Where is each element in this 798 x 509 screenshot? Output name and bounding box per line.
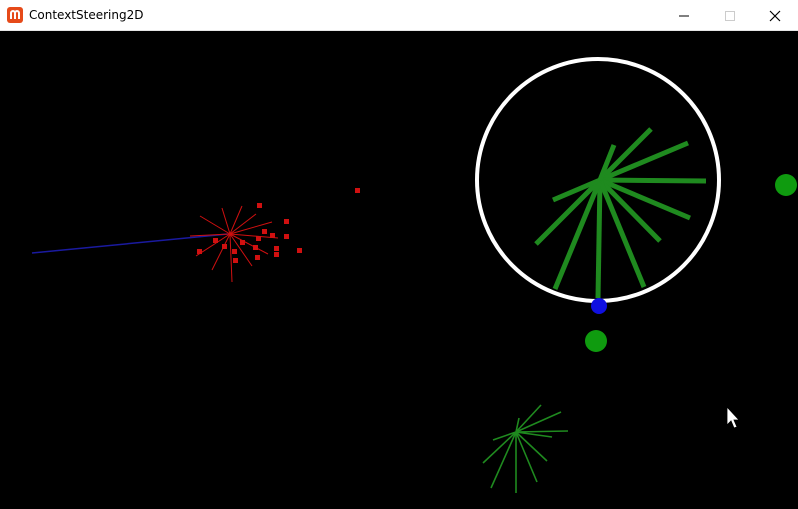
- window-title: ContextSteering2D: [29, 8, 144, 22]
- minimize-button[interactable]: [661, 0, 707, 31]
- title-bar[interactable]: ContextSteering2D: [0, 0, 798, 31]
- monogame-logo-icon: [7, 7, 23, 23]
- maximize-icon: [725, 10, 735, 21]
- close-button[interactable]: [752, 0, 798, 31]
- maximize-button[interactable]: [707, 0, 753, 31]
- green-target-right: [775, 174, 797, 196]
- minimize-icon: [679, 15, 689, 16]
- game-viewport[interactable]: [0, 31, 798, 509]
- app-window: ContextSteering2D: [0, 0, 798, 509]
- close-icon: [769, 10, 781, 21]
- green-target-bottom: [585, 330, 607, 352]
- blue-agent: [591, 298, 607, 314]
